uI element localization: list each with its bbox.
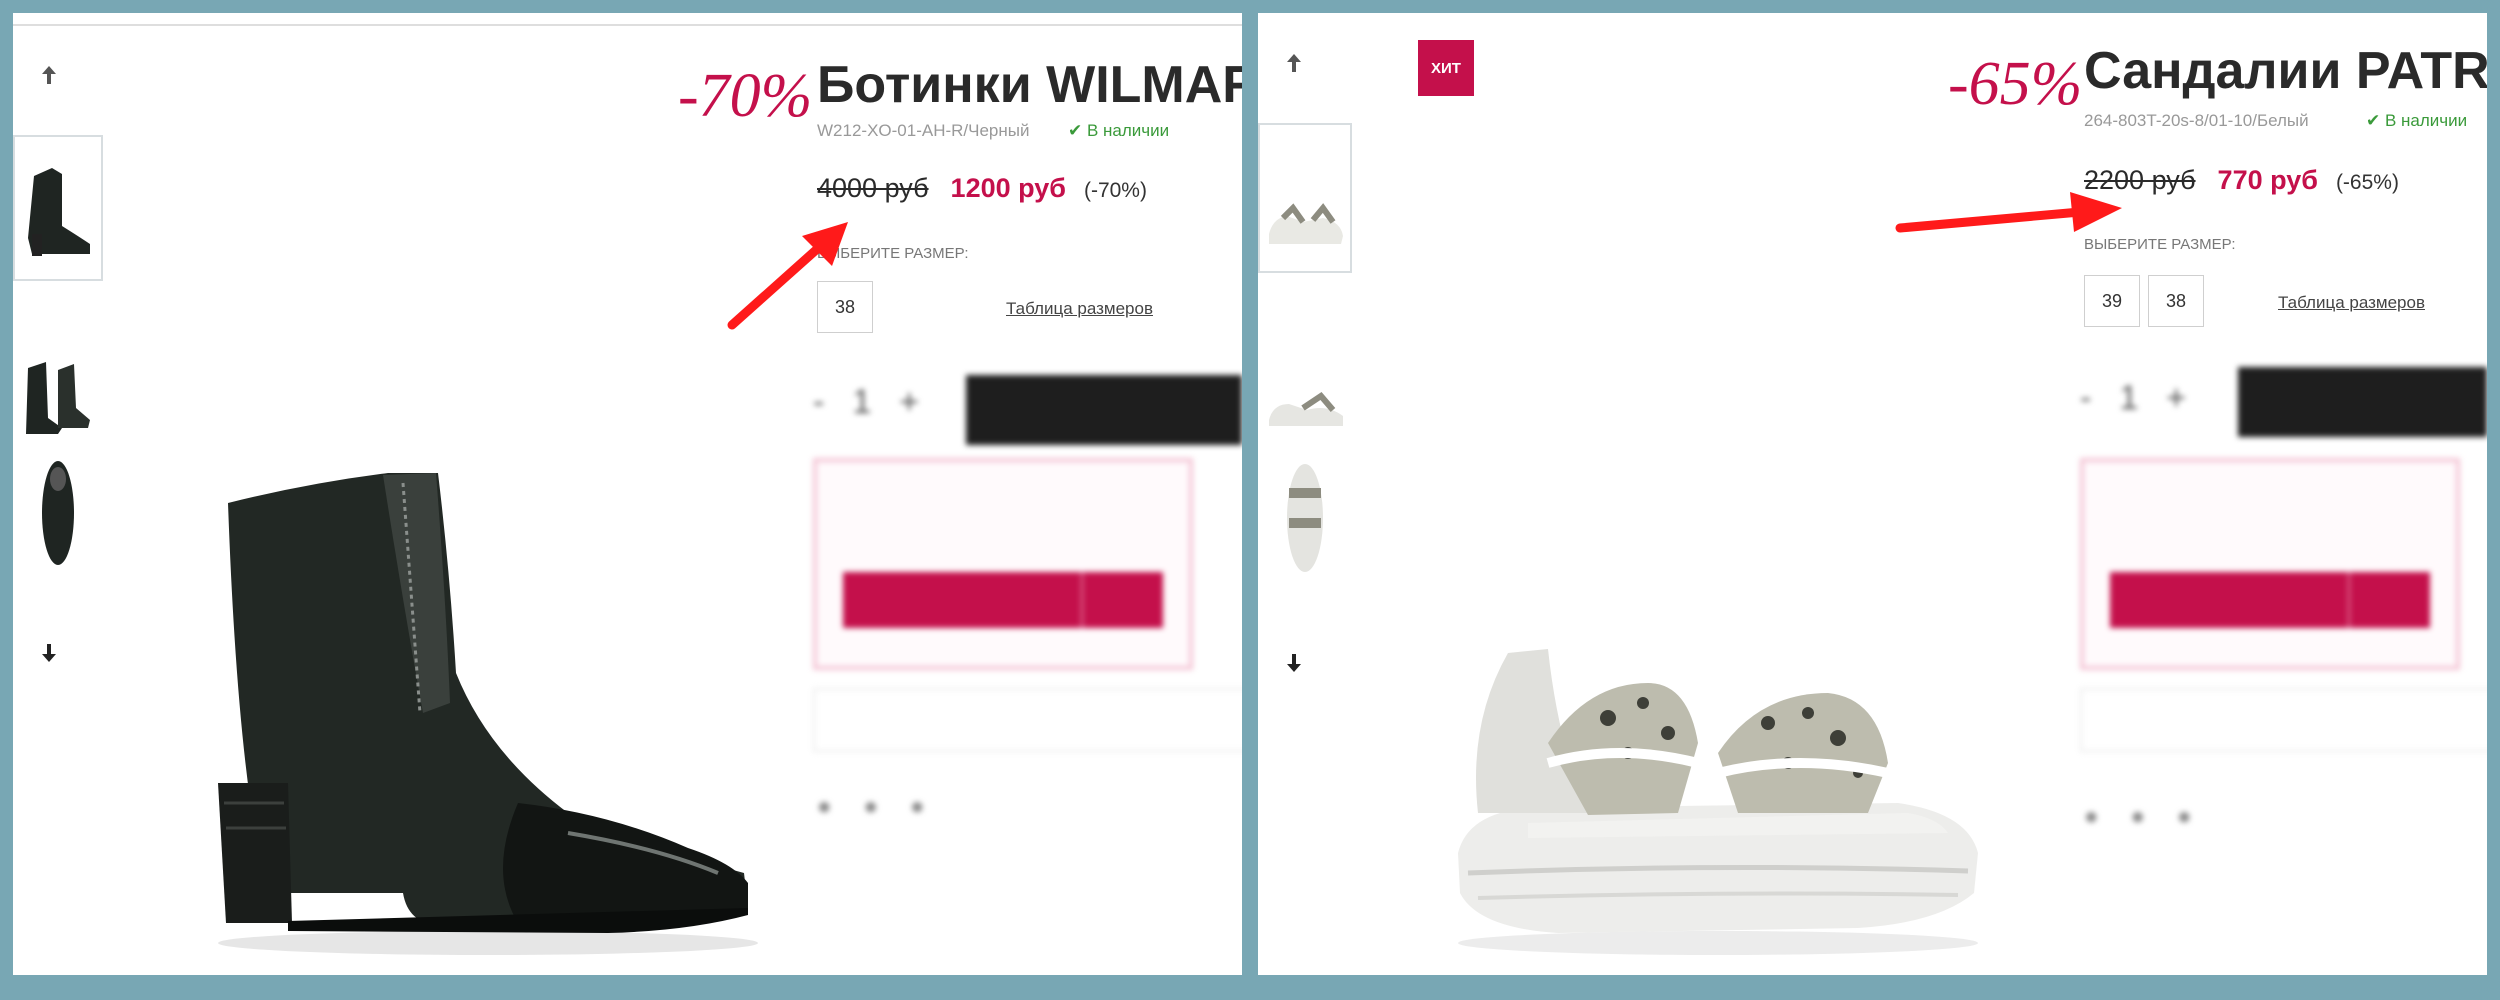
service-box — [813, 688, 1242, 752]
new-price: 1200 руб — [950, 173, 1066, 203]
stock-status: ✔ В наличии — [2366, 111, 2468, 130]
price-row: 4000 руб 1200 руб (-70%) — [817, 173, 1147, 204]
thumbnail-2[interactable] — [1258, 353, 1352, 453]
promo-button[interactable] — [2110, 572, 2430, 628]
thumbnail-2[interactable] — [13, 343, 103, 443]
size-label: ВЫБЕРИТЕ РАЗМЕР: — [817, 245, 969, 262]
divider — [13, 24, 1242, 26]
add-to-cart-button[interactable] — [2238, 367, 2487, 437]
arrow-down-icon[interactable] — [1274, 643, 1314, 683]
product-image — [218, 473, 758, 955]
product-sku: W212-XO-01-AH-R/Черный — [817, 121, 1030, 140]
promo-button[interactable] — [843, 572, 1163, 628]
size-table-link[interactable]: Таблица размеров — [2278, 293, 2425, 313]
check-icon: ✔ — [1068, 121, 1083, 140]
discount-badge: -70% — [678, 62, 813, 130]
quantity-stepper[interactable]: -1 + — [813, 383, 919, 422]
product-image — [1458, 649, 1978, 955]
size-option-38[interactable]: 38 — [817, 281, 873, 333]
arrow-down-icon[interactable] — [29, 633, 69, 673]
discount-badge: -65% — [1948, 50, 2083, 118]
size-option-39[interactable]: 39 — [2084, 275, 2140, 327]
share-icons[interactable]: ● ● ● — [817, 793, 925, 821]
size-table-link[interactable]: Таблица размеров — [1006, 299, 1153, 319]
thumbnail-3[interactable] — [13, 448, 103, 578]
size-label: ВЫБЕРИТЕ РАЗМЕР: — [2084, 236, 2236, 253]
stock-status: ✔ В наличии — [1068, 121, 1170, 140]
thumbnail-3[interactable] — [1258, 453, 1352, 583]
promo-box — [813, 458, 1193, 670]
check-icon: ✔ — [2366, 111, 2381, 130]
hit-badge: ХИТ — [1418, 40, 1474, 96]
quantity-stepper[interactable]: -1 + — [2080, 379, 2186, 418]
discount-percent: (-65%) — [2335, 171, 2399, 194]
new-price: 770 руб — [2217, 165, 2318, 195]
add-to-cart-button[interactable] — [966, 375, 1242, 445]
service-box — [2080, 688, 2487, 752]
arrow-up-icon[interactable] — [29, 55, 69, 95]
old-price: 4000 руб — [817, 173, 929, 203]
product-card-left: -70% Ботинки WILMAR W212-XO-01-AH-R/Черн… — [13, 13, 1242, 975]
price-row: 2200 руб 770 руб (-65%) — [2084, 165, 2399, 196]
product-title: Сандалии PATR — [2084, 42, 2487, 100]
product-title: Ботинки WILMAR — [817, 56, 1242, 114]
product-card-right: ХИТ -65% Сандалии PATR 264-803T-20s-8/01… — [1258, 13, 2487, 975]
thumbnail-1[interactable] — [13, 135, 103, 281]
promo-box — [2080, 458, 2460, 670]
product-sku: 264-803T-20s-8/01-10/Белый — [2084, 111, 2309, 130]
size-option-38[interactable]: 38 — [2148, 275, 2204, 327]
thumbnail-1[interactable] — [1258, 123, 1352, 273]
old-price: 2200 руб — [2084, 165, 2196, 195]
arrow-up-icon[interactable] — [1274, 43, 1314, 83]
discount-percent: (-70%) — [1083, 179, 1147, 202]
share-icons[interactable]: ● ● ● — [2084, 803, 2192, 831]
